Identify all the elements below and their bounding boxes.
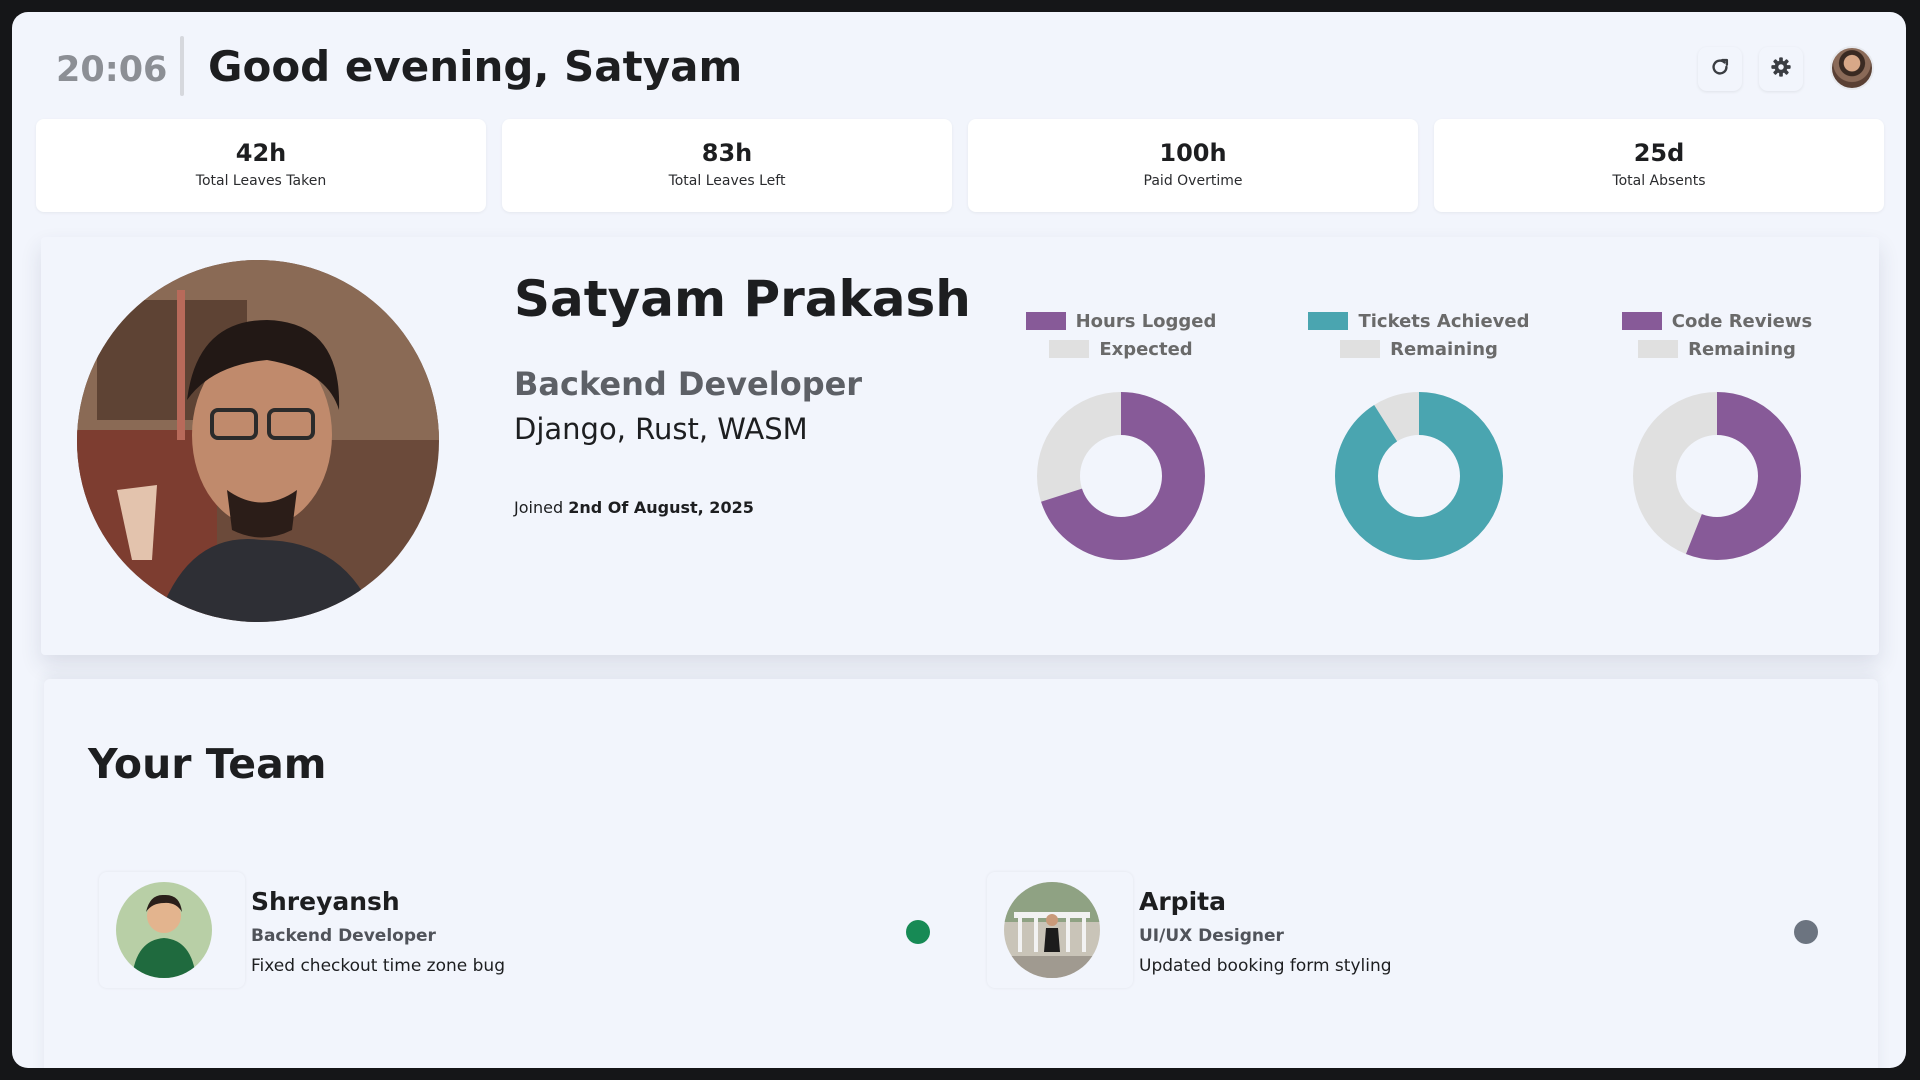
member-avatar <box>116 882 212 978</box>
donut-chart <box>1633 392 1801 560</box>
joined-prefix: Joined <box>514 498 564 517</box>
stat-value: 100h <box>1159 139 1227 167</box>
legend-swatch <box>1049 340 1090 358</box>
team-member-card[interactable]: Arpita UI/UX Designer Updated booking fo… <box>987 872 1827 994</box>
stat-value: 42h <box>235 139 287 167</box>
donut-chart <box>1335 392 1503 560</box>
greeting-title: Good evening, Satyam <box>208 42 743 91</box>
legend-label: Tickets Achieved <box>1358 310 1530 332</box>
online-status-dot <box>906 920 930 944</box>
settings-button[interactable] <box>1759 47 1803 91</box>
stat-label: Total Leaves Taken <box>195 173 327 189</box>
stat-label: Total Absents <box>1612 173 1706 189</box>
member-status: Fixed checkout time zone bug <box>251 956 505 976</box>
legend-swatch <box>1340 340 1381 358</box>
profile-role: Backend Developer <box>514 365 863 403</box>
stat-value: 25d <box>1633 139 1685 167</box>
stat-card-leaves-taken: 42h Total Leaves Taken <box>36 119 486 212</box>
legend-item: Code Reviews <box>1602 307 1832 335</box>
member-name: Shreyansh <box>251 887 400 916</box>
profile-skills: Django, Rust, WASM <box>514 412 808 446</box>
donut-segment-primary <box>1335 392 1503 560</box>
legend-label: Remaining <box>1390 338 1498 360</box>
stat-card-leaves-left: 83h Total Leaves Left <box>502 119 952 212</box>
legend-item: Tickets Achieved <box>1304 307 1534 335</box>
away-status-dot <box>1794 920 1818 944</box>
member-status: Updated booking form styling <box>1139 956 1392 976</box>
legend-label: Code Reviews <box>1671 310 1813 332</box>
legend-swatch <box>1025 312 1066 330</box>
header-divider <box>180 36 184 96</box>
member-name: Arpita <box>1139 887 1226 916</box>
legend-swatch <box>1621 312 1662 330</box>
member-role: Backend Developer <box>251 926 436 946</box>
user-avatar[interactable] <box>1830 46 1874 90</box>
chart-code-reviews: Code Reviews Remaining <box>1602 307 1832 581</box>
legend-label: Hours Logged <box>1075 310 1217 332</box>
stat-label: Total Leaves Left <box>668 173 786 189</box>
legend-swatch <box>1638 340 1679 358</box>
team-card: Your Team Shreyansh Backend Developer Fi… <box>44 679 1878 1068</box>
refresh-icon <box>1709 56 1731 82</box>
legend-item: Expected <box>1006 335 1236 363</box>
legend-swatch <box>1308 312 1349 330</box>
chart-tickets-achieved: Tickets Achieved Remaining <box>1304 307 1534 581</box>
member-avatar <box>1004 882 1100 978</box>
legend-item: Remaining <box>1304 335 1534 363</box>
legend-item: Remaining <box>1602 335 1832 363</box>
profile-name: Satyam Prakash <box>514 270 971 328</box>
clock: 20:06 <box>56 50 168 90</box>
profile-photo <box>77 260 439 622</box>
stat-label: Paid Overtime <box>1143 173 1243 189</box>
joined-date-value: 2nd Of August, 2025 <box>568 498 754 517</box>
donut-chart <box>1037 392 1205 560</box>
gear-icon <box>1770 56 1792 82</box>
team-member-card[interactable]: Shreyansh Backend Developer Fixed checko… <box>99 872 939 994</box>
stat-card-paid-overtime: 100h Paid Overtime <box>968 119 1418 212</box>
profile-card: Satyam Prakash Backend Developer Django,… <box>41 237 1879 655</box>
refresh-button[interactable] <box>1698 47 1742 91</box>
joined-date: Joined 2nd Of August, 2025 <box>514 498 754 517</box>
team-title: Your Team <box>88 740 327 788</box>
member-role: UI/UX Designer <box>1139 926 1284 946</box>
app-window: 20:06 Good evening, Satyam 42h Total Lea… <box>12 12 1906 1068</box>
legend-item: Hours Logged <box>1006 307 1236 335</box>
stat-value: 83h <box>701 139 753 167</box>
legend-label: Expected <box>1099 338 1193 360</box>
chart-hours-logged: Hours Logged Expected <box>1006 307 1236 581</box>
legend-label: Remaining <box>1688 338 1796 360</box>
stat-card-total-absents: 25d Total Absents <box>1434 119 1884 212</box>
